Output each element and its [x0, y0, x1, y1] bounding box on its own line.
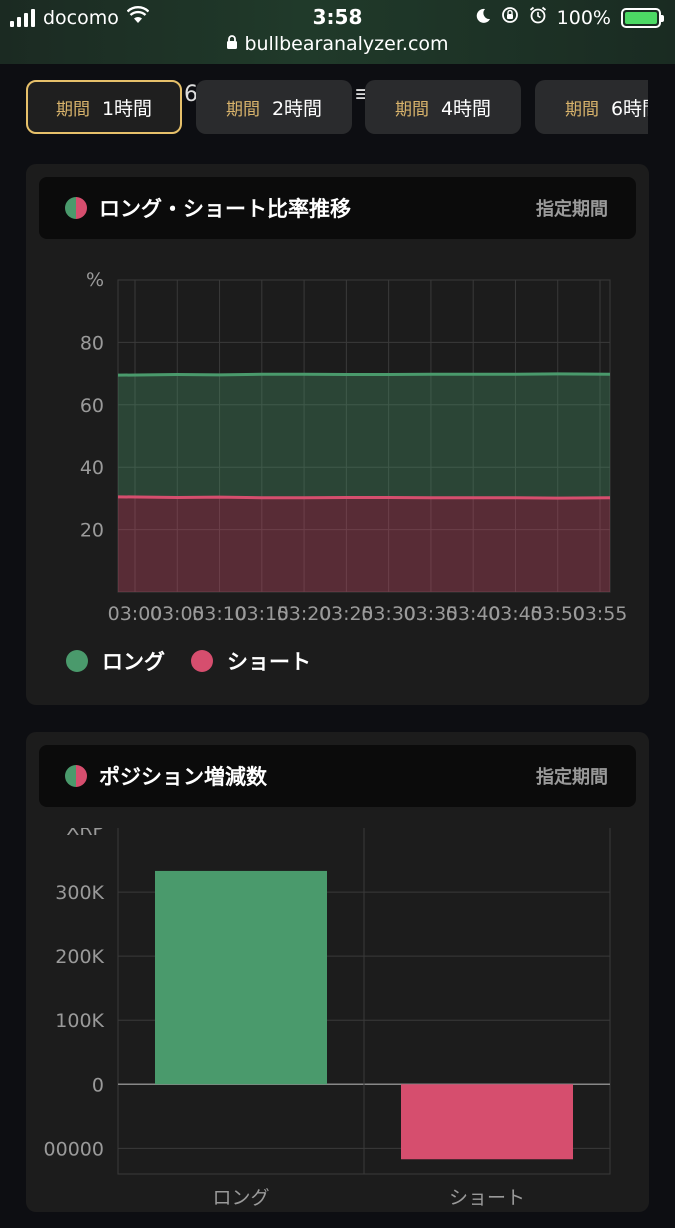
alarm-icon: [529, 6, 547, 29]
ratio-card-title: ロング・ショート比率推移: [99, 197, 351, 221]
period-4h-button[interactable]: 期間 4時間: [365, 80, 521, 134]
rotation-lock-icon: [501, 6, 519, 29]
period-key: 期間: [394, 99, 429, 120]
legend-short-label[interactable]: ショート: [227, 646, 311, 676]
short-area: [118, 496, 610, 592]
battery-icon: [621, 7, 664, 28]
position-chart: 000000100K200K300KXRPロング ショート: [44, 828, 611, 1209]
y-tick-label: 80: [80, 332, 104, 354]
y-tick-label: 100K: [55, 1010, 104, 1032]
y-axis-unit: XRP: [66, 828, 104, 840]
legend-long-label[interactable]: ロング: [102, 646, 165, 676]
short-series-line: [117, 495, 611, 500]
battery-percent: 100%: [556, 6, 611, 29]
period-value: 6時間: [610, 97, 648, 120]
ratio-card: ロング・ショート比率推移 指定期間 20 40 60 80% 03:00 03:05 03:…: [26, 164, 649, 705]
url-text: bullbearanalyzer.com: [244, 33, 449, 55]
period-key: 期間: [564, 99, 599, 120]
ratio-card-header: ロング・ショート比率推移 指定期間: [39, 177, 636, 239]
x-tick-label: ロング: [212, 1187, 269, 1209]
long-bar: [155, 870, 327, 1085]
ratio-legend: ロング ショート: [66, 646, 311, 676]
status-icons: 100%: [475, 6, 664, 29]
period-value: 4時間: [440, 97, 492, 120]
long-short-dot-icon: [65, 197, 87, 219]
period-key: 期間: [225, 99, 260, 120]
period-selector: 6 ≡ 期間 1時間 期間 2時間 期間 4時間 期間 6時間: [26, 64, 648, 142]
y-axis-unit: %: [86, 269, 104, 291]
position-period-label[interactable]: 指定期間: [536, 763, 608, 789]
legend-short-dot[interactable]: [191, 650, 213, 672]
y-tick-label: 20: [80, 520, 104, 542]
period-6h-button[interactable]: 期間 6時間: [535, 80, 648, 134]
lock-icon: [226, 33, 238, 55]
y-tick-label: 0: [92, 1074, 104, 1096]
long-short-dot-icon: [65, 765, 87, 787]
short-bar: [401, 1084, 573, 1160]
long-series-line: [117, 372, 611, 377]
y-tick-label: 200K: [55, 946, 104, 968]
position-card-header: ポジション増減数 指定期間: [39, 745, 636, 807]
position-card: ポジション増減数 指定期間 00000 0 100K 200K 300K XRP ロング ショ…: [26, 732, 649, 1212]
period-1h-button[interactable]: 期間 1時間: [26, 80, 182, 134]
period-value: 2時間: [271, 97, 323, 120]
period-key: 期間: [55, 99, 90, 120]
ratio-chart: 20406080%03:0003:0503:1003:1503:2003:250…: [80, 269, 628, 625]
moon-icon: [475, 7, 491, 29]
period-2h-button[interactable]: 期間 2時間: [196, 80, 352, 134]
ratio-period-label[interactable]: 指定期間: [536, 195, 608, 221]
legend-long-dot[interactable]: [66, 650, 88, 672]
period-value: 1時間: [101, 97, 153, 120]
x-tick-label: 03:55: [573, 603, 628, 625]
y-tick-label: 40: [80, 457, 104, 479]
url-bar[interactable]: bullbearanalyzer.com: [0, 33, 675, 55]
status-bar: docomo 3:58 bullbearanalyzer.com 100%: [0, 0, 675, 64]
x-tick-label: ショート: [449, 1187, 525, 1209]
y-tick-label: 60: [80, 395, 104, 417]
y-tick-label: 300K: [55, 882, 104, 904]
page: 6 ≡ 期間 1時間 期間 2時間 期間 4時間 期間 6時間 ロング・ショート…: [0, 64, 675, 1212]
long-area: [118, 373, 610, 499]
position-card-title: ポジション増減数: [99, 765, 267, 789]
y-tick-label: 00000: [44, 1138, 104, 1160]
